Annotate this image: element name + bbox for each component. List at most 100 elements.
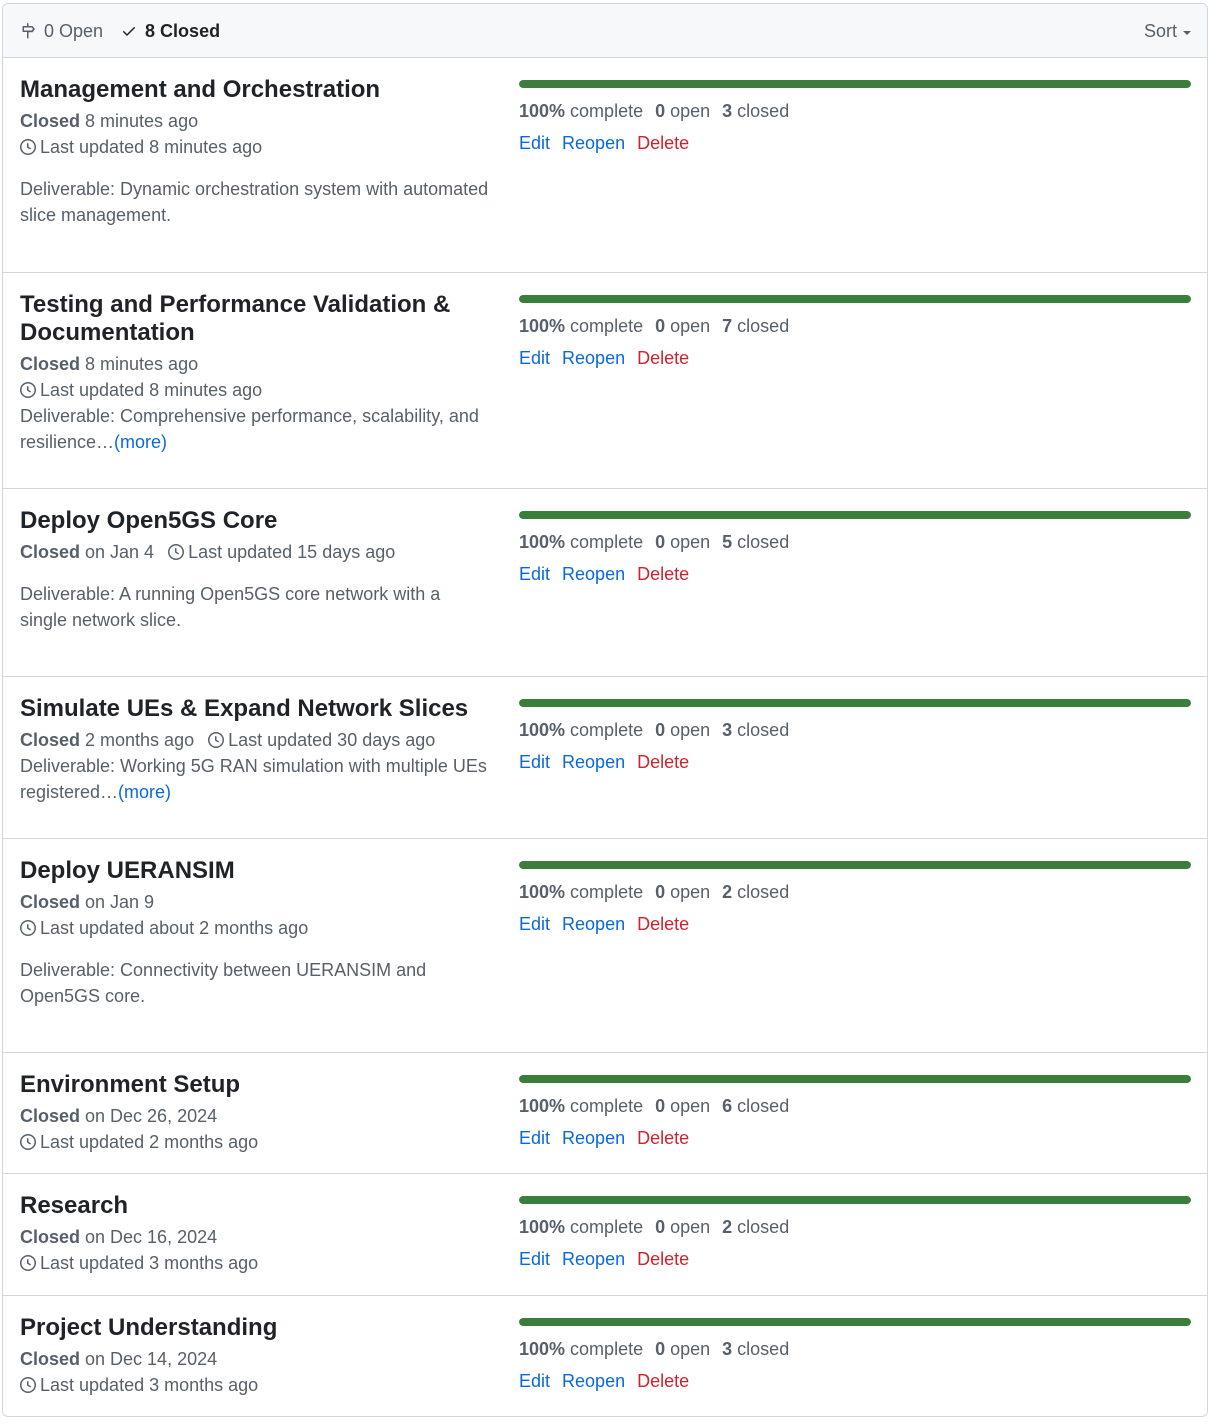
milestone-title[interactable]: Environment Setup bbox=[20, 1071, 490, 1099]
progress-bar-fill bbox=[519, 1196, 1191, 1204]
closed-date-text: 2 months ago bbox=[80, 730, 195, 750]
more-link[interactable]: (more) bbox=[118, 782, 171, 802]
edit-link[interactable]: Edit bbox=[519, 348, 550, 368]
open-count-value: 0 bbox=[655, 882, 666, 902]
last-updated-text: Last updated 8 minutes ago bbox=[40, 380, 263, 400]
closed-date: Closed on Dec 14, 2024 bbox=[20, 1346, 490, 1372]
edit-link[interactable]: Edit bbox=[519, 1249, 550, 1269]
last-updated-text: Last updated 30 days ago bbox=[228, 730, 436, 750]
milestone-meta: Closed on Jan 4 Last updated 15 days ago D… bbox=[20, 539, 490, 633]
closed-status-label: Closed bbox=[20, 111, 81, 131]
delete-link[interactable]: Delete bbox=[637, 752, 689, 772]
reopen-link[interactable]: Reopen bbox=[562, 348, 625, 368]
last-updated: Last updated 3 months ago bbox=[20, 1372, 490, 1398]
milestone-row: Management and Orchestration Closed 8 min… bbox=[3, 58, 1207, 272]
closed-count: 7 closed bbox=[722, 316, 789, 336]
milestones-list: 0 Open 8 Closed Sort Management and Orch… bbox=[2, 3, 1208, 1417]
open-count: 0 open bbox=[655, 316, 710, 336]
reopen-link[interactable]: Reopen bbox=[562, 564, 625, 584]
milestone-info: Management and Orchestration Closed 8 min… bbox=[20, 76, 490, 228]
closed-date-text: 8 minutes ago bbox=[80, 354, 199, 374]
reopen-link[interactable]: Reopen bbox=[562, 133, 625, 153]
clock-icon bbox=[20, 139, 36, 156]
description-text: Deliverable: Working 5G RAN simulation w… bbox=[20, 756, 487, 802]
percent-complete: 100% complete bbox=[519, 101, 643, 121]
reopen-link[interactable]: Reopen bbox=[562, 914, 625, 934]
percent-value: 100% bbox=[519, 532, 566, 552]
closed-status-label: Closed bbox=[20, 1349, 81, 1369]
milestone-title[interactable]: Research bbox=[20, 1192, 490, 1220]
milestone-title[interactable]: Testing and Performance Validation & Doc… bbox=[20, 291, 490, 347]
milestone-title[interactable]: Management and Orchestration bbox=[20, 76, 490, 104]
clock-icon bbox=[20, 1255, 36, 1272]
milestone-meta: Closed 2 months ago Last updated 30 days … bbox=[20, 727, 490, 805]
progress-bar-fill bbox=[519, 1075, 1191, 1083]
progress-stats: 100% complete 0 open 7 closed bbox=[519, 316, 1191, 337]
progress-stats: 100% complete 0 open 2 closed bbox=[519, 882, 1191, 903]
progress-bar-fill bbox=[519, 861, 1191, 869]
delete-link[interactable]: Delete bbox=[637, 1371, 689, 1391]
delete-link[interactable]: Delete bbox=[637, 914, 689, 934]
milestone-info: Deploy UERANSIM Closed on Jan 9 Last updat… bbox=[20, 857, 490, 1009]
sort-label: Sort bbox=[1143, 20, 1177, 41]
milestone-actions: Edit Reopen Delete bbox=[519, 1371, 1191, 1392]
open-count: 0 open bbox=[655, 1217, 710, 1237]
milestone-title[interactable]: Project Understanding bbox=[20, 1314, 490, 1342]
complete-label: complete bbox=[565, 1339, 644, 1359]
progress-bar-fill bbox=[519, 699, 1191, 707]
reopen-link[interactable]: Reopen bbox=[562, 1371, 625, 1391]
milestone-row: Deploy UERANSIM Closed on Jan 9 Last updat… bbox=[3, 838, 1207, 1052]
open-count: 0 open bbox=[655, 720, 710, 740]
open-filter[interactable]: 0 Open bbox=[20, 21, 103, 42]
progress-bar bbox=[519, 295, 1191, 303]
progress-bar bbox=[519, 861, 1191, 869]
reopen-link[interactable]: Reopen bbox=[562, 1249, 625, 1269]
edit-link[interactable]: Edit bbox=[519, 752, 550, 772]
milestone-actions: Edit Reopen Delete bbox=[519, 133, 1191, 154]
milestone-title[interactable]: Simulate UEs & Expand Network Slices bbox=[20, 695, 490, 723]
delete-link[interactable]: Delete bbox=[637, 348, 689, 368]
closed-and-updated: Closed 2 months ago Last updated 30 days … bbox=[20, 727, 490, 753]
closed-count-value: 2 bbox=[722, 882, 733, 902]
closed-filter[interactable]: 8 Closed bbox=[121, 21, 220, 42]
delete-link[interactable]: Delete bbox=[637, 564, 689, 584]
milestone-description: Deliverable: A running Open5GS core netw… bbox=[20, 581, 490, 633]
progress-bar-fill bbox=[519, 1318, 1191, 1326]
closed-date: Closed on Dec 16, 2024 bbox=[20, 1224, 490, 1250]
last-updated: Last updated 8 minutes ago bbox=[20, 377, 490, 403]
reopen-link[interactable]: Reopen bbox=[562, 752, 625, 772]
edit-link[interactable]: Edit bbox=[519, 1371, 550, 1391]
delete-link[interactable]: Delete bbox=[637, 1128, 689, 1148]
edit-link[interactable]: Edit bbox=[519, 133, 550, 153]
milestone-title[interactable]: Deploy Open5GS Core bbox=[20, 507, 490, 535]
percent-value: 100% bbox=[519, 1339, 566, 1359]
description-text: Deliverable: Dynamic orchestration syste… bbox=[20, 179, 489, 225]
percent-complete: 100% complete bbox=[519, 1096, 643, 1116]
edit-link[interactable]: Edit bbox=[519, 914, 550, 934]
sort-dropdown[interactable]: Sort bbox=[1144, 4, 1191, 58]
open-count-label: open bbox=[665, 882, 711, 902]
milestone-actions: Edit Reopen Delete bbox=[519, 564, 1191, 585]
milestone-row: Simulate UEs & Expand Network Slices Clos… bbox=[3, 676, 1207, 838]
edit-link[interactable]: Edit bbox=[519, 564, 550, 584]
closed-status-label: Closed bbox=[20, 542, 81, 562]
last-updated-text: Last updated 2 months ago bbox=[40, 1132, 259, 1152]
milestone-actions: Edit Reopen Delete bbox=[519, 348, 1191, 369]
clock-icon bbox=[20, 920, 36, 937]
milestone-meta: Closed on Dec 16, 2024 Last updated 3 mon… bbox=[20, 1224, 490, 1276]
last-updated-text: Last updated 15 days ago bbox=[188, 542, 396, 562]
open-count-value: 0 bbox=[655, 316, 666, 336]
open-count: 0 open bbox=[655, 1096, 710, 1116]
delete-link[interactable]: Delete bbox=[637, 1249, 689, 1269]
closed-date: Closed 8 minutes ago bbox=[20, 351, 490, 377]
open-count-value: 0 bbox=[655, 101, 666, 121]
delete-link[interactable]: Delete bbox=[637, 133, 689, 153]
closed-status-label: Closed bbox=[20, 1106, 81, 1126]
closed-count-label: closed bbox=[732, 1096, 790, 1116]
reopen-link[interactable]: Reopen bbox=[562, 1128, 625, 1148]
edit-link[interactable]: Edit bbox=[519, 1128, 550, 1148]
progress-stats: 100% complete 0 open 3 closed bbox=[519, 101, 1191, 122]
percent-value: 100% bbox=[519, 1217, 566, 1237]
more-link[interactable]: (more) bbox=[114, 432, 167, 452]
milestone-title[interactable]: Deploy UERANSIM bbox=[20, 857, 490, 885]
